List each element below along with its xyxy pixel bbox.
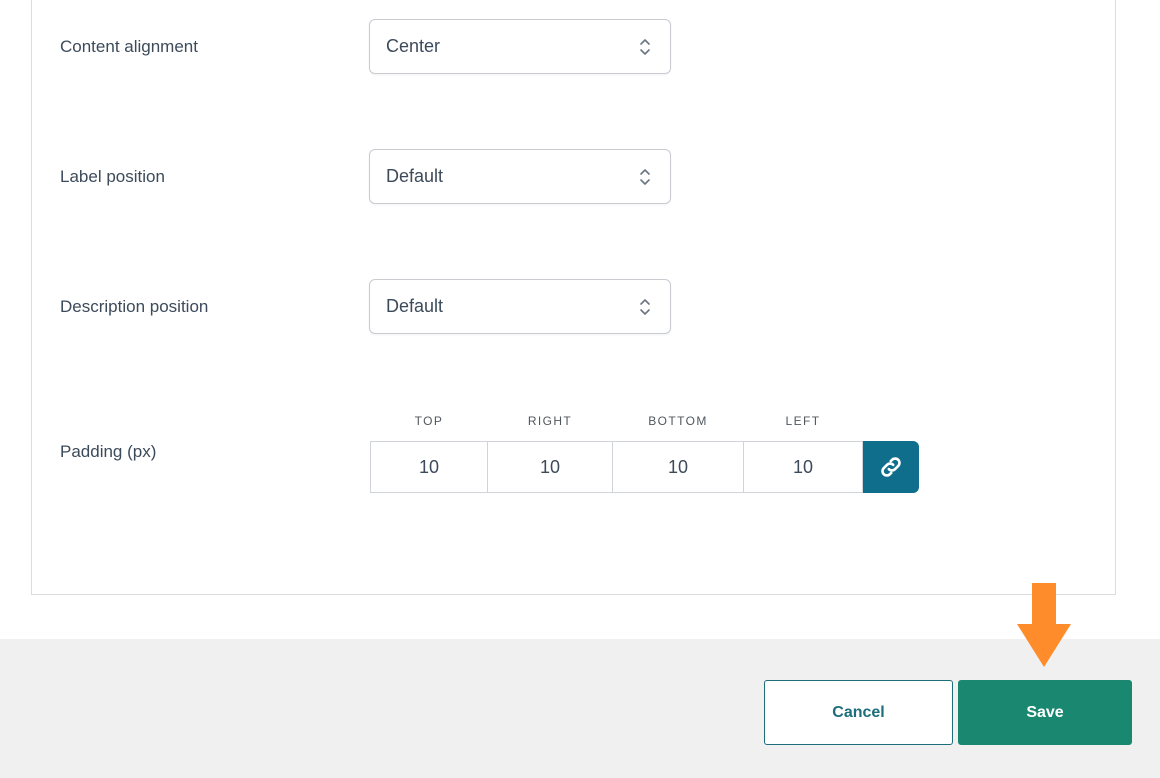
label-position-label: Label position (60, 167, 165, 186)
description-position-value: Default (386, 296, 444, 316)
description-position-select[interactable]: Default (369, 279, 671, 334)
link-icon (881, 457, 901, 477)
padding-label: Padding (px) (60, 442, 157, 461)
padding-left-header: LEFT (785, 414, 821, 428)
description-position-label: Description position (60, 297, 209, 316)
chevron-updown-icon (640, 298, 650, 315)
content-alignment-label: Content alignment (60, 37, 198, 56)
cancel-button[interactable]: Cancel (764, 680, 953, 745)
settings-page: Content alignment Center Label position … (0, 0, 1160, 778)
padding-right-input[interactable]: 10 (487, 441, 613, 493)
link-values-button[interactable] (863, 441, 919, 493)
padding-left-input[interactable]: 10 (743, 441, 863, 493)
padding-top-header: TOP (414, 414, 444, 428)
arrow-down-icon (1017, 583, 1071, 667)
chevron-updown-icon (640, 168, 650, 185)
padding-top-input[interactable]: 10 (370, 441, 488, 493)
padding-right-header: RIGHT (527, 414, 573, 428)
label-position-value: Default (386, 166, 444, 186)
padding-inputs: 10 10 10 10 (370, 441, 919, 493)
content-alignment-select[interactable]: Center (369, 19, 671, 74)
label-position-select[interactable]: Default (369, 149, 671, 204)
chevron-updown-icon (640, 38, 650, 55)
save-button[interactable]: Save (958, 680, 1132, 745)
padding-bottom-header: BOTTOM (648, 414, 708, 428)
padding-bottom-input[interactable]: 10 (612, 441, 744, 493)
content-alignment-value: Center (386, 36, 441, 56)
